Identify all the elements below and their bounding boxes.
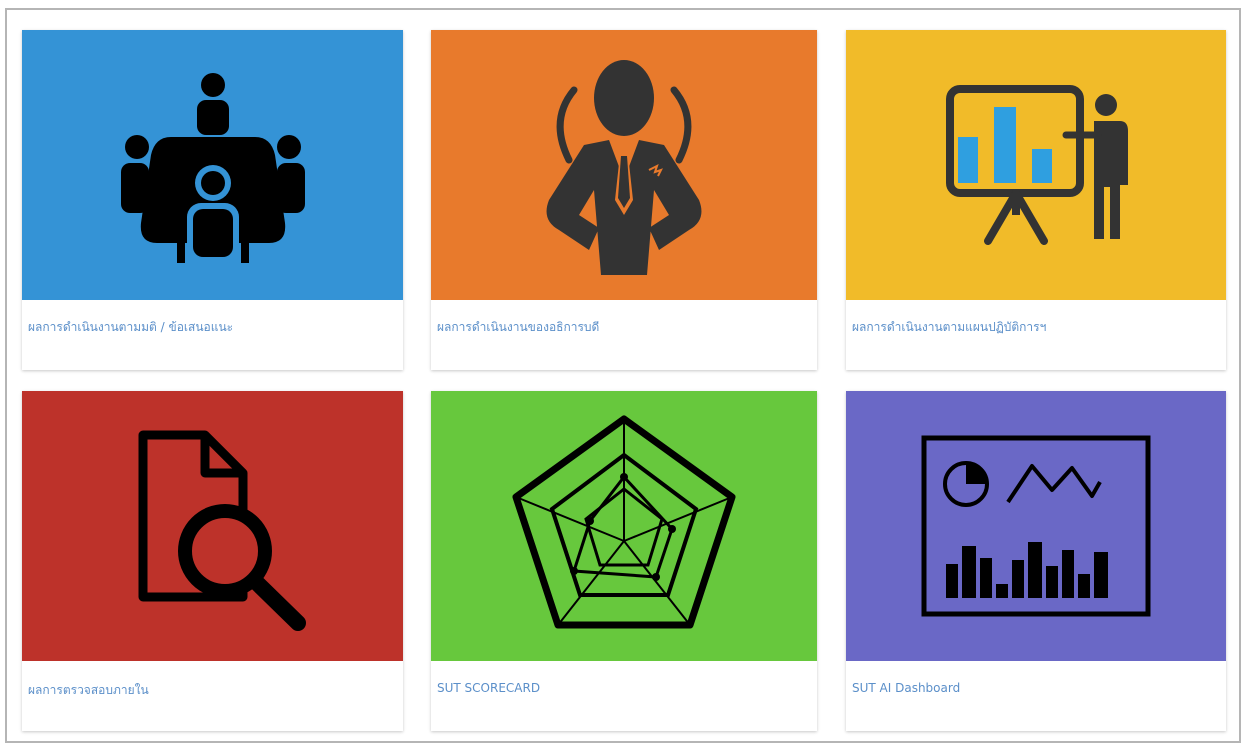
document-search-icon: [138, 430, 306, 631]
tile-action-plan[interactable]: [846, 30, 1226, 300]
presentation-chart-icon: [946, 85, 1128, 245]
card-label-resolutions[interactable]: ผลการดำเนินงานตามมติ / ข้อเสนอแนะ: [28, 318, 395, 337]
tile-internal-audit[interactable]: [22, 391, 403, 661]
card-label-president[interactable]: ผลการดำเนินงานของอธิการบดี: [437, 318, 809, 337]
card-action-plan[interactable]: ผลการดำเนินงานตามแผนปฏิบัติการฯ: [846, 30, 1226, 370]
dashboard-monitor-icon: [921, 435, 1151, 617]
tile-ai-dashboard[interactable]: [846, 391, 1226, 661]
meeting-table-icon: [120, 73, 305, 263]
card-label-ai-dashboard[interactable]: SUT AI Dashboard: [852, 681, 1218, 695]
businessman-icon: [546, 60, 702, 275]
tile-scorecard[interactable]: [431, 391, 817, 661]
card-president[interactable]: ผลการดำเนินงานของอธิการบดี: [431, 30, 817, 370]
tile-president[interactable]: [431, 30, 817, 300]
card-label-internal-audit[interactable]: ผลการตรวจสอบภายใน: [28, 681, 395, 700]
card-label-action-plan[interactable]: ผลการดำเนินงานตามแผนปฏิบัติการฯ: [852, 318, 1218, 337]
radar-chart-icon: [512, 415, 736, 629]
tile-resolutions[interactable]: [22, 30, 403, 300]
card-internal-audit[interactable]: ผลการตรวจสอบภายใน: [22, 391, 403, 731]
card-scorecard[interactable]: SUT SCORECARD: [431, 391, 817, 731]
card-ai-dashboard[interactable]: SUT AI Dashboard: [846, 391, 1226, 731]
card-label-scorecard[interactable]: SUT SCORECARD: [437, 681, 809, 695]
card-resolutions[interactable]: ผลการดำเนินงานตามมติ / ข้อเสนอแนะ: [22, 30, 403, 370]
